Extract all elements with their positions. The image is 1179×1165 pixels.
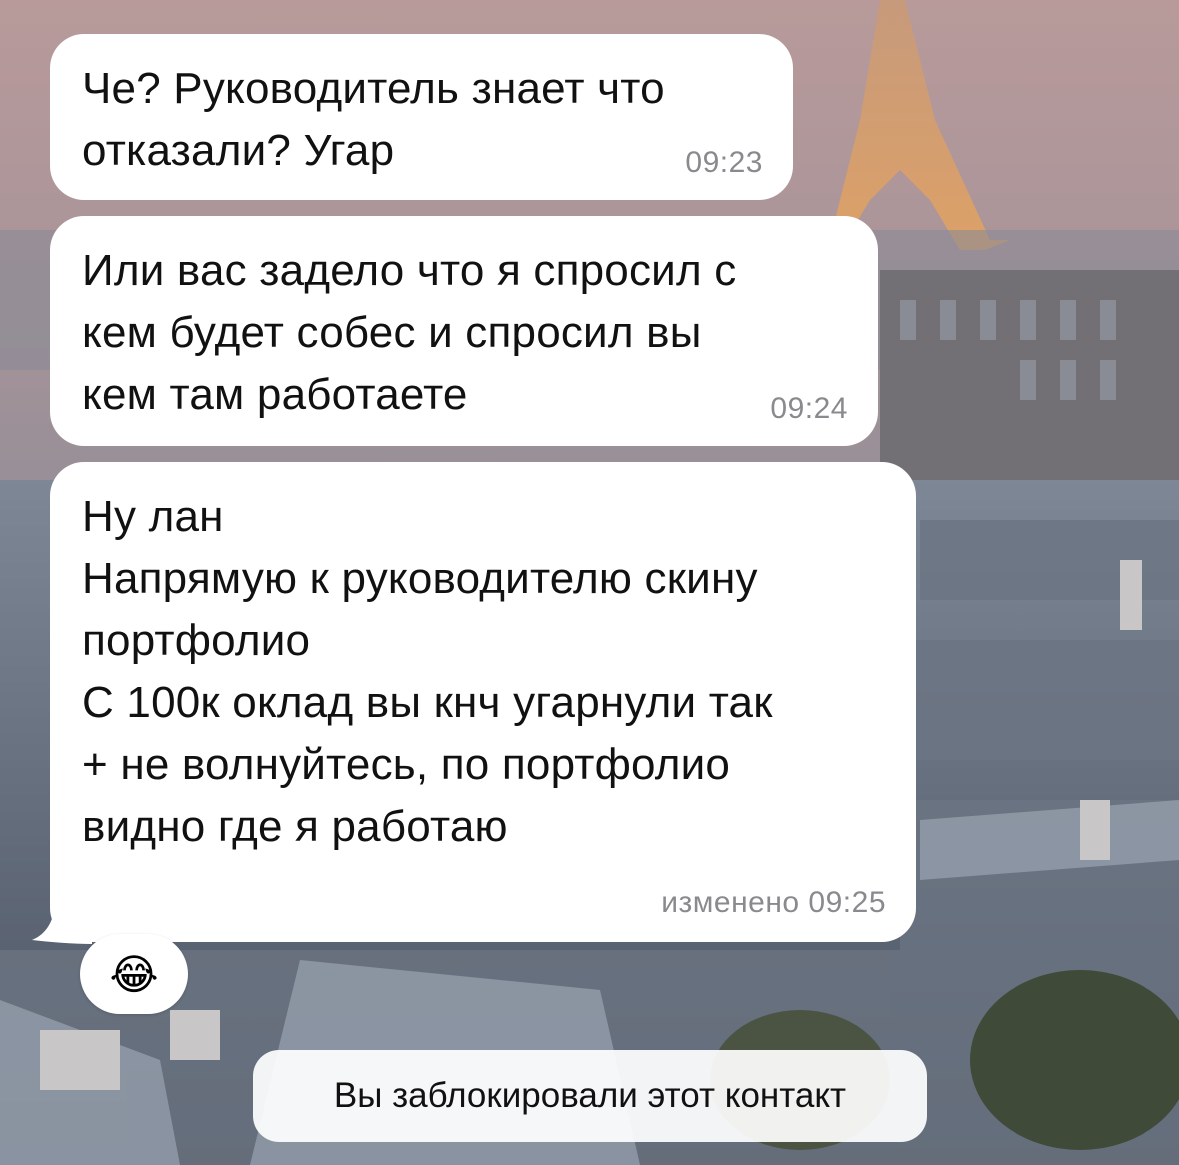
message-edited-time: изменено 09:25 (661, 886, 886, 919)
message-bubble-3[interactable]: Ну лан Напрямую к руководителю скину пор… (50, 462, 916, 942)
message-text: Ну лан Напрямую к руководителю скину пор… (82, 492, 773, 851)
reaction-badge[interactable]: 😂 (80, 934, 188, 1014)
message-text: Или вас задело что я спросил с кем будет… (82, 246, 737, 419)
message-bubble-1[interactable]: Че? Руководитель знает что отказали? Уга… (50, 34, 793, 200)
message-time: 09:24 (770, 392, 848, 425)
message-bubble-2[interactable]: Или вас задело что я спросил с кем будет… (50, 216, 878, 446)
message-text: Че? Руководитель знает что отказали? Уга… (82, 64, 665, 175)
message-time: 09:23 (685, 146, 763, 179)
service-message-text: Вы заблокировали этот контакт (333, 1076, 847, 1115)
face-with-tears-of-joy-icon: 😂 (109, 950, 159, 998)
blocked-contact-notice: Вы заблокировали этот контакт (253, 1050, 927, 1142)
bubble-tail (32, 900, 92, 944)
